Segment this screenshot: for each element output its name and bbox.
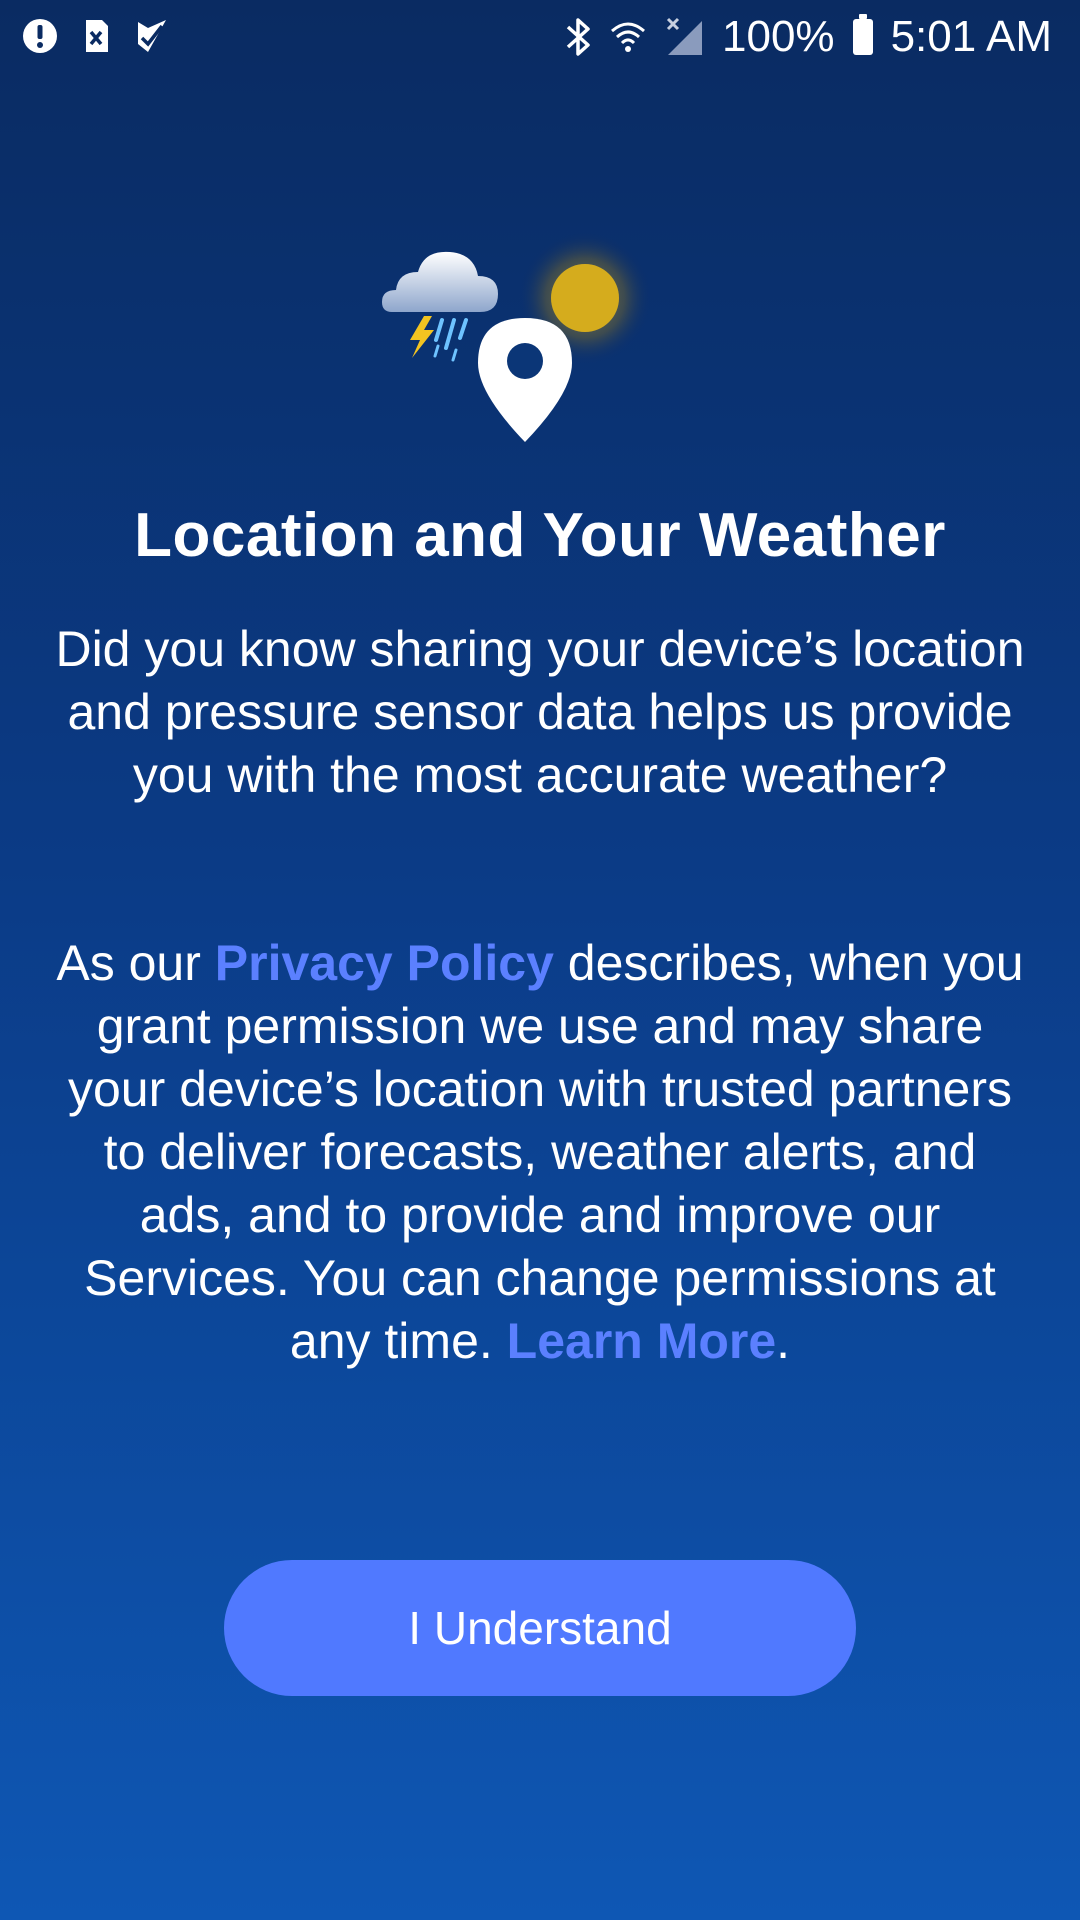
- status-bar: 100% 5:01 AM: [0, 0, 1080, 80]
- intro-paragraph: Did you know sharing your device’s locat…: [55, 621, 1025, 803]
- weather-location-illustration: [382, 232, 651, 442]
- status-time: 5:01 AM: [890, 12, 1052, 61]
- page-title: Location and Your Weather: [134, 501, 946, 570]
- wifi-icon: [611, 22, 646, 52]
- privacy-policy-link[interactable]: Privacy Policy: [215, 935, 554, 991]
- alert-circle-icon: [23, 19, 57, 53]
- privacy-paragraph-body: describes, when you grant permission we …: [68, 935, 1024, 1369]
- cell-signal-off-icon: [666, 17, 703, 55]
- status-left-icons: [22, 18, 170, 54]
- thunderstorm-cloud-icon: [382, 251, 498, 362]
- bluetooth-icon: [566, 18, 590, 56]
- battery-icon: [852, 14, 873, 55]
- status-right-icons: 100% 5:01 AM: [564, 12, 1052, 62]
- tasks-check-icon: [138, 20, 166, 52]
- privacy-paragraph-suffix: .: [776, 1313, 791, 1369]
- learn-more-link[interactable]: Learn More: [507, 1313, 777, 1369]
- privacy-paragraph: As our Privacy Policy describes, when yo…: [50, 932, 1030, 1373]
- location-pin-icon: [478, 318, 572, 442]
- i-understand-button[interactable]: I Understand: [224, 1560, 856, 1696]
- battery-percent: 100%: [722, 12, 835, 61]
- privacy-paragraph-prefix: As our: [56, 935, 215, 991]
- sim-error-icon: [86, 20, 108, 52]
